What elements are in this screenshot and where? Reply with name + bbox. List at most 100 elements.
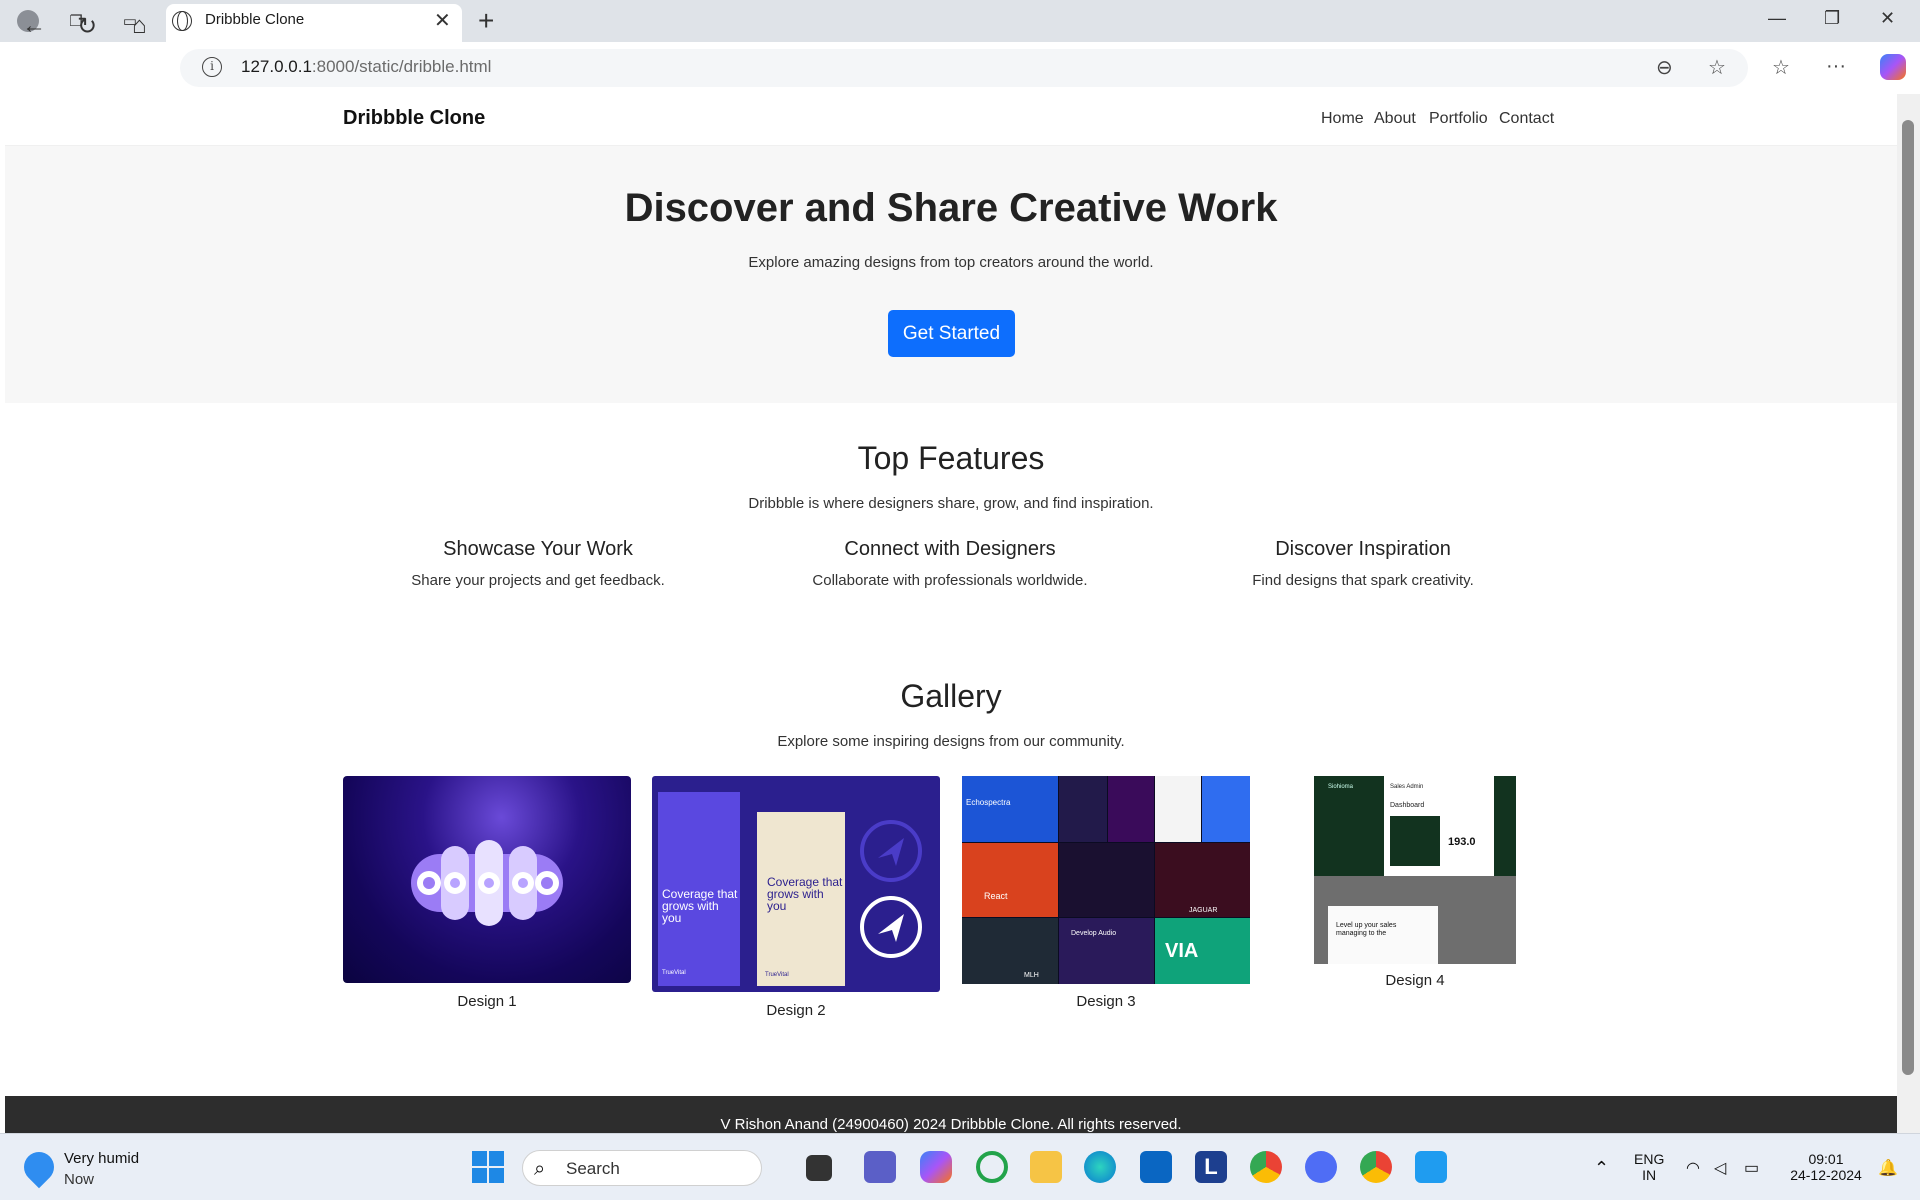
notification-icon[interactable]: 🔔: [1878, 1158, 1898, 1178]
chrome-profile-icon[interactable]: [1360, 1151, 1392, 1183]
clock[interactable]: 09:01 24-12-2024: [1786, 1151, 1866, 1183]
more-icon[interactable]: ···: [1826, 55, 1846, 78]
back-icon[interactable]: ←: [22, 12, 46, 40]
collage-tile: VIA: [1155, 918, 1250, 984]
dashboard-sidebar: Siohioma: [1314, 776, 1384, 876]
edge-icon[interactable]: [1084, 1151, 1116, 1183]
minimize-icon[interactable]: —: [1768, 8, 1786, 29]
site-header: Dribbble Clone Home About Portfolio Cont…: [5, 94, 1897, 146]
feature-card: Discover Inspiration Find designs that s…: [1173, 538, 1553, 589]
teams-icon[interactable]: [864, 1151, 896, 1183]
feature-desc: Share your projects and get feedback.: [411, 572, 665, 589]
site-brand[interactable]: Dribbble Clone: [343, 107, 485, 130]
wifi-icon[interactable]: ◠: [1686, 1158, 1700, 1178]
reload-icon[interactable]: ↻: [77, 12, 97, 41]
tile-label: MLH: [1024, 972, 1039, 979]
scrollbar-thumb[interactable]: [1902, 120, 1914, 1075]
favorites-icon[interactable]: ☆: [1772, 55, 1790, 80]
url-host: 127.0.0.1: [241, 57, 312, 76]
gallery-subtitle: Explore some inspiring designs from our …: [777, 733, 1125, 750]
zoom-icon[interactable]: ⊖: [1656, 55, 1673, 80]
nav-home[interactable]: Home: [1321, 110, 1364, 128]
site-info-icon[interactable]: i: [202, 57, 222, 77]
collage-tile: [1059, 776, 1107, 842]
collage-tile: MLH: [962, 918, 1058, 984]
vscode-icon[interactable]: [1415, 1151, 1447, 1183]
dashboard-app-name: Siohioma: [1328, 784, 1354, 790]
nav-about[interactable]: About: [1374, 110, 1416, 128]
hero-subtitle: Explore amazing designs from top creator…: [748, 254, 1154, 271]
dashboard-photo: Level up your sales managing to the: [1314, 876, 1516, 964]
poster-text: Coverage that grows with you: [662, 887, 738, 925]
app-icon[interactable]: [976, 1151, 1008, 1183]
weather-time: Now: [64, 1171, 95, 1188]
gallery-image[interactable]: [343, 776, 631, 983]
close-tab-icon[interactable]: ✕: [434, 8, 451, 33]
gallery-image[interactable]: Siohioma Sales Admin Dashboard 193.0 Lev…: [1314, 776, 1516, 964]
store-icon[interactable]: [1140, 1151, 1172, 1183]
feature-title: Discover Inspiration: [1275, 538, 1451, 560]
globe-icon: [172, 11, 192, 31]
task-view-icon[interactable]: [806, 1155, 832, 1181]
home-icon[interactable]: ⌂: [132, 12, 147, 40]
dashboard-value: 193.0: [1448, 836, 1476, 848]
collage-tile: Echospectra: [962, 776, 1058, 842]
file-explorer-icon[interactable]: [1030, 1151, 1062, 1183]
dashboard-title: Dashboard: [1390, 802, 1425, 809]
close-window-icon[interactable]: ✕: [1880, 8, 1895, 29]
weather-text[interactable]: Very humid: [64, 1150, 139, 1167]
poster-text: Coverage that grows with you: [767, 875, 843, 913]
dashboard-card: [1390, 816, 1440, 866]
hero-section: Discover and Share Creative Work Explore…: [5, 146, 1897, 403]
poster-card: Coverage that grows with you TrueVital: [757, 812, 845, 986]
lang-primary: ENG: [1634, 1151, 1665, 1167]
poster-brand: TrueVital: [765, 972, 789, 978]
dashboard-promo: Level up your sales managing to the: [1328, 906, 1438, 964]
poster-brand: TrueVital: [662, 970, 686, 976]
collage-tile: React: [962, 843, 1058, 917]
collage-tile: Develop Audio: [1059, 918, 1154, 984]
features-subtitle: Dribbble is where designers share, grow,…: [748, 495, 1154, 512]
gallery-caption: Design 1: [457, 993, 517, 1010]
gallery-caption: Design 4: [1385, 972, 1445, 989]
arrow-logo-icon: [860, 896, 922, 958]
footer-text: V Rishon Anand (24900460) 2024 Dribbble …: [720, 1116, 1182, 1133]
taskbar-search-label: Search: [566, 1159, 620, 1178]
l-app-icon[interactable]: L: [1195, 1151, 1227, 1183]
battery-icon[interactable]: ▭: [1744, 1158, 1759, 1178]
get-started-button[interactable]: Get Started: [888, 310, 1015, 357]
nav-portfolio[interactable]: Portfolio: [1429, 110, 1488, 128]
dashboard-main: Sales Admin Dashboard 193.0: [1384, 776, 1494, 876]
favorite-icon[interactable]: ☆: [1708, 55, 1726, 80]
url-text[interactable]: 127.0.0.1:8000/static/dribble.html: [241, 57, 491, 77]
copilot-icon[interactable]: [1880, 54, 1906, 80]
app-icon[interactable]: [1305, 1151, 1337, 1183]
clock-time: 09:01: [1808, 1151, 1844, 1167]
dashboard-header: Sales Admin: [1390, 784, 1424, 790]
dashboard-tagline: Level up your sales managing to the: [1336, 922, 1397, 937]
poster-card: Coverage that grows with you TrueVital: [658, 792, 740, 986]
volume-icon[interactable]: ◁: [1714, 1158, 1726, 1178]
start-icon[interactable]: [472, 1151, 504, 1183]
feature-desc: Collaborate with professionals worldwide…: [812, 572, 1088, 589]
nav-contact[interactable]: Contact: [1499, 110, 1554, 128]
arrow-logo-icon: [860, 820, 922, 882]
collage-tile: [1108, 776, 1154, 842]
new-tab-icon[interactable]: +: [478, 5, 494, 37]
gallery-caption: Design 2: [766, 1002, 826, 1019]
feature-desc: Find designs that spark creativity.: [1252, 572, 1474, 589]
hero-title: Discover and Share Creative Work: [624, 186, 1278, 230]
language-indicator[interactable]: ENG IN: [1634, 1151, 1664, 1183]
tile-label: React: [984, 891, 1008, 901]
tile-label: Develop Audio: [1071, 930, 1117, 937]
tray-chevron-icon[interactable]: ⌃: [1594, 1158, 1609, 1179]
copilot-app-icon[interactable]: [920, 1151, 952, 1183]
code-logo-art: [411, 840, 563, 926]
taskbar-search[interactable]: [522, 1150, 762, 1186]
gallery-image[interactable]: Coverage that grows with you TrueVital C…: [652, 776, 940, 992]
gallery-image[interactable]: Echospectra React JAGUAR MLH Develop Aud…: [962, 776, 1250, 984]
restore-icon[interactable]: ❐: [1824, 8, 1840, 29]
chrome-icon[interactable]: [1250, 1151, 1282, 1183]
tile-label: Echospectra: [966, 798, 1011, 807]
feature-title: Connect with Designers: [844, 538, 1056, 560]
